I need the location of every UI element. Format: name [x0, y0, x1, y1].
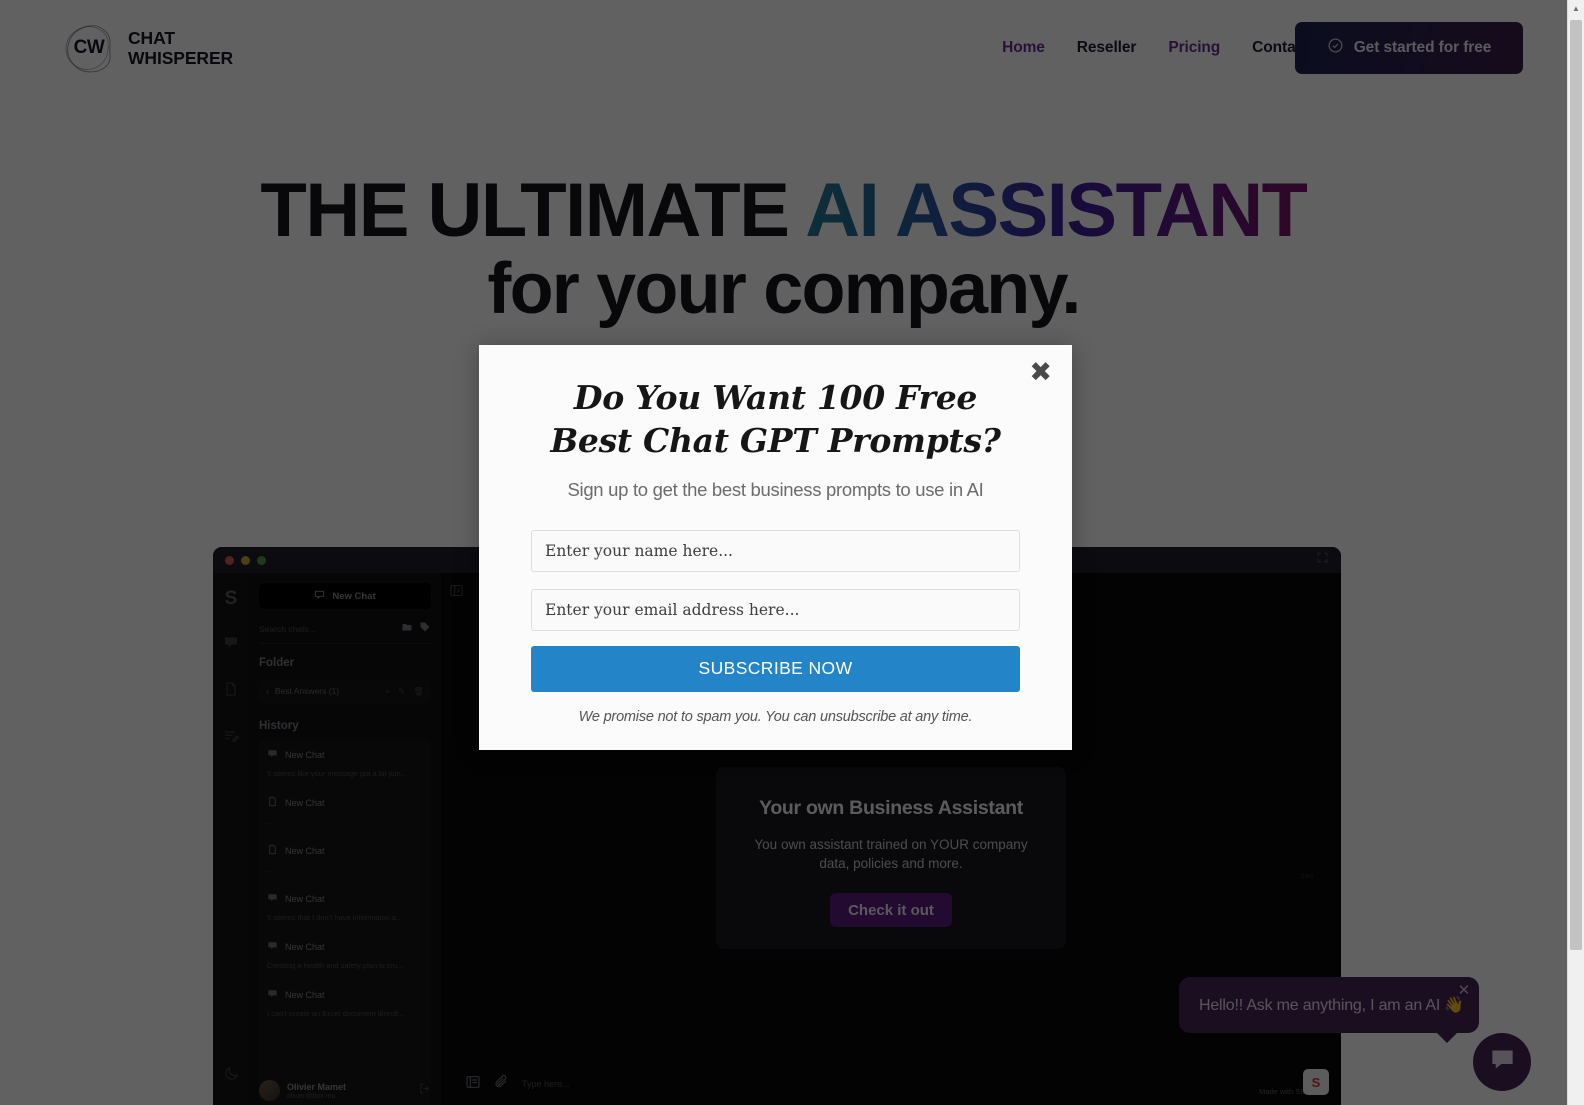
subscribe-button[interactable]: SUBSCRIBE NOW: [531, 645, 1020, 692]
modal-close-button[interactable]: ✖: [1029, 359, 1052, 386]
modal-privacy-note: We promise not to spam you. You can unsu…: [578, 708, 973, 725]
name-input[interactable]: [531, 529, 1020, 572]
modal-title: Do You Want 100 Free Best Chat GPT Promp…: [550, 378, 1001, 460]
scrollbar-thumb[interactable]: [1570, 20, 1582, 950]
email-input[interactable]: [531, 588, 1020, 631]
scroll-up-arrow[interactable]: ▲: [1568, 0, 1584, 17]
newsletter-modal: ✖ Do You Want 100 Free Best Chat GPT Pro…: [479, 345, 1072, 750]
page-scrollbar[interactable]: ▲: [1567, 0, 1584, 1105]
modal-subtitle: Sign up to get the best business prompts…: [567, 478, 984, 500]
